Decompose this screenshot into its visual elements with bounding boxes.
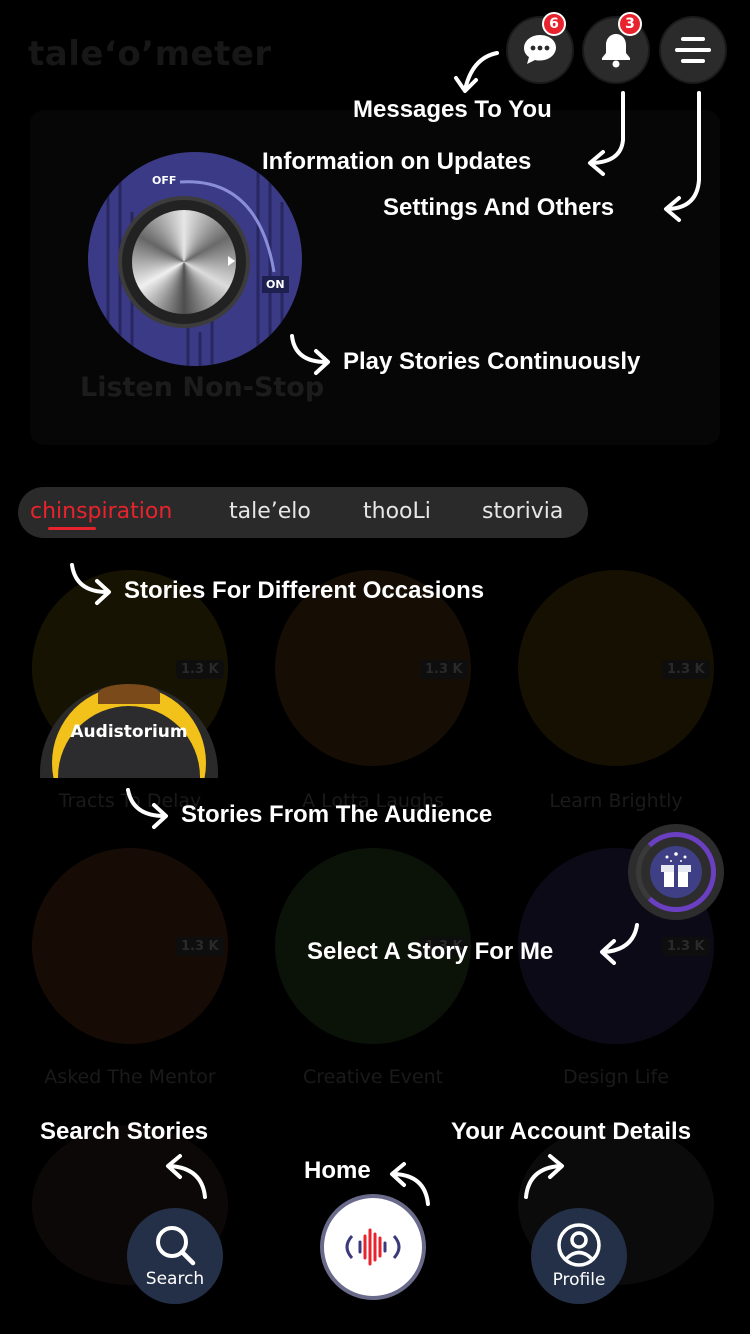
active-tab-indicator [48,527,96,530]
coach-mark-messages: Messages To You [353,96,552,123]
views-count: 1.3 K [176,660,224,679]
listen-nonstop-label: Listen Non-Stop [80,372,325,403]
coach-mark-play: Play Stories Continuously [343,348,641,375]
views-count: 1.3 K [662,937,710,956]
coach-mark-occasions: Stories For Different Occasions [124,577,485,604]
arrow-home [390,1162,430,1206]
coach-mark-search: Search Stories [40,1118,209,1145]
coach-mark-select: Select A Story For Me [307,938,554,965]
user-profile-icon [557,1223,601,1267]
search-nav-label: Search [145,1269,205,1289]
bell-icon [602,34,630,68]
home-nav-button[interactable] [324,1198,422,1296]
tab-chinspiration[interactable]: chinspiration [30,487,172,538]
notifications-badge: 3 [618,12,642,36]
audistorium-button[interactable]: Audistorium [40,684,218,778]
menu-button[interactable] [661,18,725,82]
views-count: 1.3 K [662,660,710,679]
dial-on-label: ON [262,276,289,293]
hamburger-menu-icon [675,37,711,63]
arrow-messages [454,51,499,93]
audistorium-label: Audistorium [70,722,188,742]
story-title: Learn Brightly [549,790,683,812]
views-count: 1.3 K [420,660,468,679]
surprise-me-button[interactable] [628,824,724,920]
tab-thooli[interactable]: thooLi [363,487,431,538]
tab-storivia[interactable]: storivia [482,487,563,538]
story-title: Design Life [563,1066,669,1088]
dial-off-label: OFF [152,174,177,187]
notifications-button[interactable]: 3 [584,12,648,82]
story-title: Creative Event [302,1066,444,1088]
messages-badge: 6 [542,12,566,36]
app-title: tale‘o’meter [28,34,272,74]
coach-mark-home: Home [304,1157,371,1184]
profile-nav-label: Profile [552,1270,606,1290]
audio-wave-logo-icon [345,1228,401,1266]
coach-mark-audience: Stories From The Audience [181,801,493,828]
views-count: 1.3 K [176,937,224,956]
coach-mark-account: Your Account Details [451,1118,692,1145]
coach-mark-settings: Settings And Others [383,194,615,221]
story-title: Asked The Mentor [44,1066,216,1088]
category-tabs: chinspiration tale’elo thooLi storivia [18,487,588,538]
coach-mark-updates: Information on Updates [262,148,532,175]
chat-bubble-icon [524,35,556,64]
search-nav-button[interactable]: Search [127,1208,223,1304]
tab-taleelo[interactable]: tale’elo [229,487,311,538]
messages-button[interactable]: 6 [508,12,572,82]
nonstop-dial[interactable]: OFF ON [88,152,302,366]
profile-nav-button[interactable]: Profile [531,1208,627,1304]
search-icon [156,1226,196,1266]
dial-knob[interactable] [122,200,246,324]
gift-box-icon [650,846,702,898]
